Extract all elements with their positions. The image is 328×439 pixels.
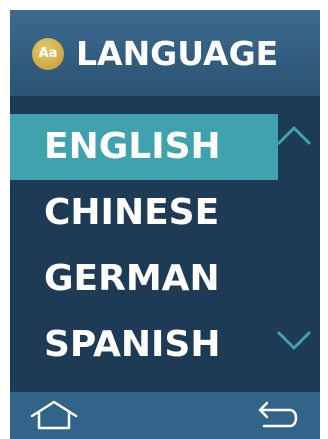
language-item-spanish[interactable]: SPANISH [10, 312, 278, 378]
language-item-chinese[interactable]: CHINESE [10, 180, 278, 246]
chevron-up-icon [277, 126, 311, 145]
home-icon [30, 400, 78, 430]
page-title: LANGUAGE [76, 34, 279, 73]
scroll-down-button[interactable] [274, 328, 314, 354]
language-item-german[interactable]: GERMAN [10, 246, 278, 312]
language-item-english[interactable]: ENGLISH [10, 114, 278, 180]
back-button[interactable] [250, 398, 302, 434]
footer-bar [10, 392, 320, 439]
language-screen: Aa LANGUAGE ENGLISH CHINESE GERMAN SPANI… [10, 10, 320, 439]
back-arrow-icon [258, 401, 298, 428]
scroll-up-button[interactable] [274, 122, 314, 148]
language-icon: Aa [32, 38, 64, 70]
home-button[interactable] [28, 398, 80, 434]
chevron-down-icon [277, 331, 311, 350]
header-bar: Aa LANGUAGE [10, 10, 320, 96]
language-list: ENGLISH CHINESE GERMAN SPANISH [10, 114, 278, 378]
